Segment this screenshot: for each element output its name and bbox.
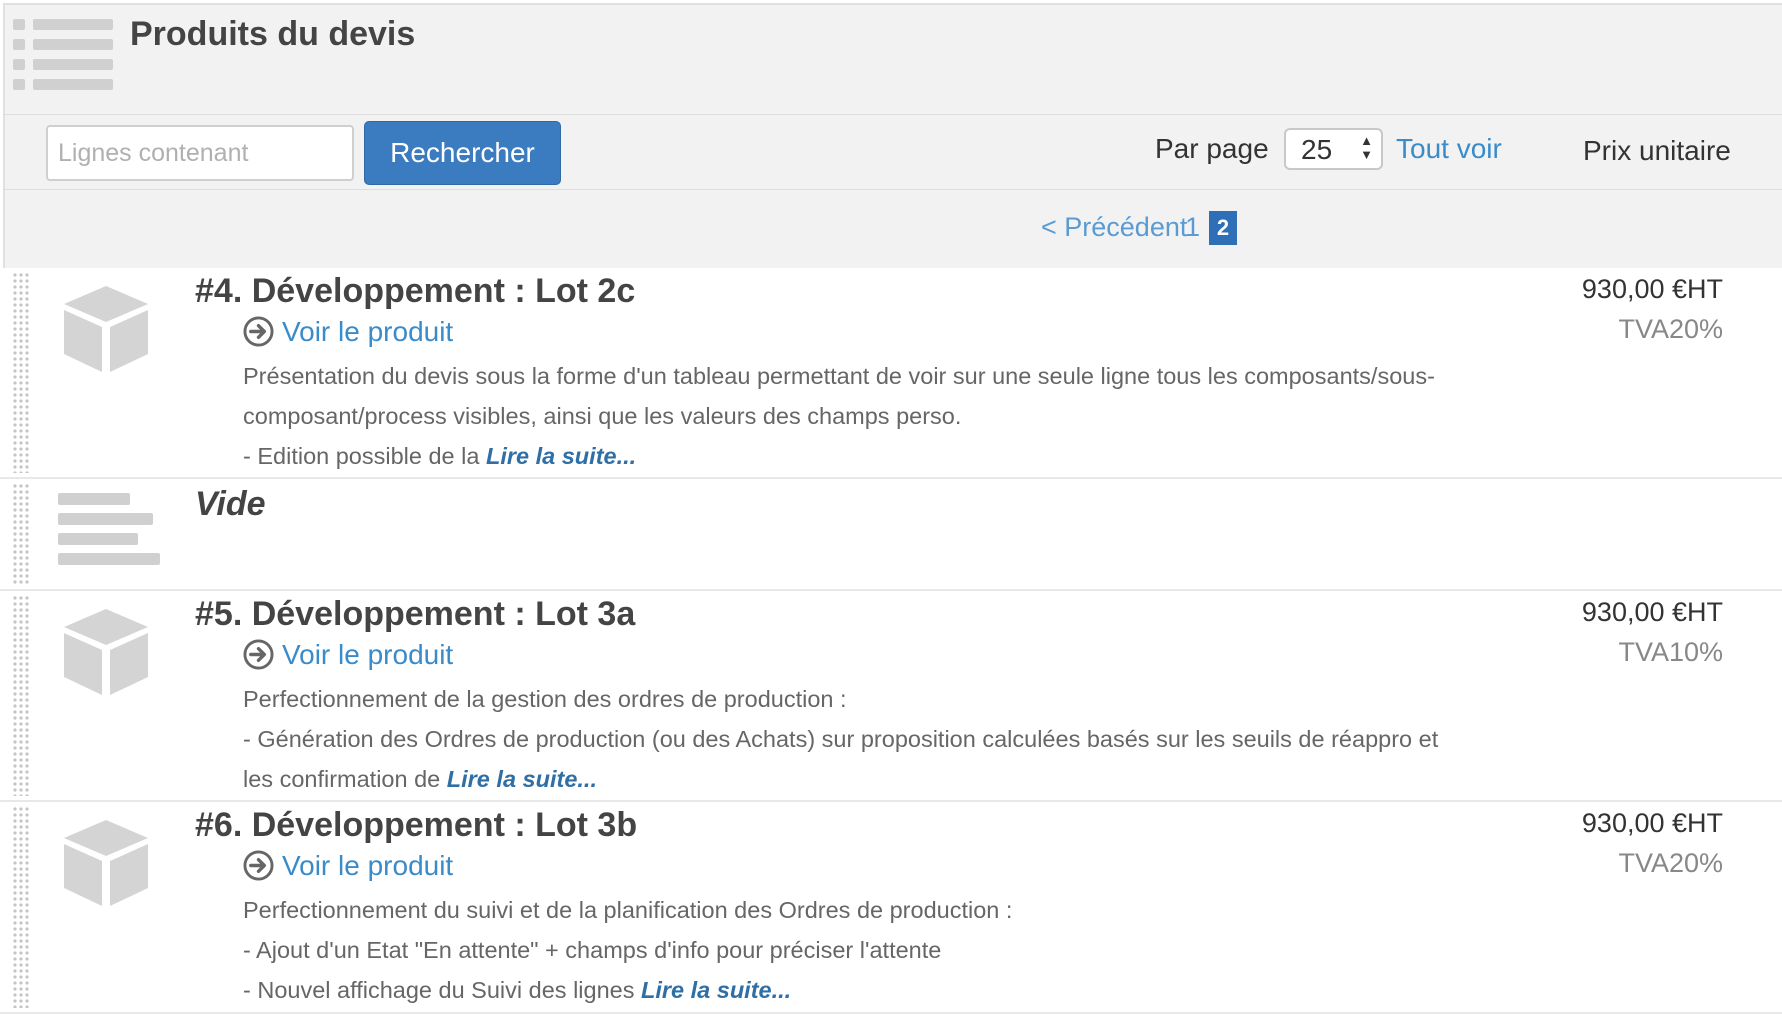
text-lines-icon [58, 493, 160, 565]
description-line: - Ajout d'un Etat "En attente" + champs … [243, 937, 942, 963]
drag-handle-icon[interactable] [12, 806, 30, 1008]
unit-price-column-header: Prix unitaire [1583, 135, 1731, 166]
product-row: #5. Développement : Lot 3a Voir le produ… [0, 591, 1782, 802]
product-row: #4. Développement : Lot 2c Voir le produ… [0, 268, 1782, 479]
description-line: - Nouvel affichage du Suivi des lignes L… [243, 970, 1503, 1010]
product-title: #6. Développement : Lot 3b [195, 806, 638, 844]
product-description: Perfectionnement du suivi et de la plani… [243, 890, 1503, 1010]
vat-rate: TVA10% [1618, 637, 1723, 667]
unit-price: 930,00 €HT [1581, 808, 1723, 838]
view-product-link[interactable]: Voir le produit [282, 850, 453, 882]
arrow-circle-right-icon [243, 316, 274, 347]
box-icon [64, 820, 148, 906]
description-line: Présentation du devis sous la forme d'un… [243, 363, 1435, 389]
pagination: < Précédent 1 2 [3, 190, 1782, 268]
product-title: #4. Développement : Lot 2c [195, 272, 636, 310]
vat-rate: TVA20% [1618, 848, 1723, 878]
drag-handle-icon[interactable] [12, 483, 30, 585]
current-page: 2 [1209, 211, 1237, 245]
quote-products-panel: Produits du devis Rechercher Par page 25… [0, 0, 1782, 1016]
description-text: les confirmation de [243, 766, 441, 792]
box-icon [64, 609, 148, 695]
vat-rate: TVA20% [1618, 314, 1723, 344]
description-line: - Edition possible de la Lire la suite..… [243, 436, 1503, 476]
stepper-arrows-icon: ▲ ▼ [1360, 133, 1373, 162]
unit-price: 930,00 €HT [1581, 274, 1723, 304]
description-line: Perfectionnement du suivi et de la plani… [243, 897, 1013, 923]
arrow-circle-right-icon [243, 850, 274, 881]
box-icon [64, 286, 148, 372]
read-more-link[interactable]: Lire la suite... [486, 443, 636, 469]
empty-line-row: Vide [0, 479, 1782, 591]
description-line: composant/process visibles, ainsi que le… [243, 403, 962, 429]
view-product-link[interactable]: Voir le produit [282, 316, 453, 348]
per-page-select[interactable]: 25 ▲ ▼ [1284, 128, 1383, 170]
empty-line-title: Vide [195, 485, 266, 523]
search-button[interactable]: Rechercher [364, 121, 561, 185]
page-link-1[interactable]: 1 [1185, 212, 1200, 243]
description-line: les confirmation de Lire la suite... [243, 759, 1503, 799]
page-title: Produits du devis [130, 15, 416, 53]
product-description: Présentation du devis sous la forme d'un… [243, 356, 1503, 476]
view-product-link[interactable]: Voir le produit [282, 639, 453, 671]
description-text: - Edition possible de la [243, 443, 480, 469]
list-icon [13, 19, 113, 90]
view-all-link[interactable]: Tout voir [1396, 133, 1502, 165]
product-title: #5. Développement : Lot 3a [195, 595, 636, 633]
description-line: - Génération des Ordres de production (o… [243, 726, 1439, 752]
drag-handle-icon[interactable] [12, 272, 30, 473]
panel-header: Produits du devis [3, 3, 1782, 115]
toolbar: Rechercher Par page 25 ▲▼ Tout voir Prix… [3, 115, 1782, 190]
read-more-link[interactable]: Lire la suite... [641, 977, 791, 1003]
search-input[interactable] [46, 125, 354, 181]
description-text: - Nouvel affichage du Suivi des lignes [243, 977, 635, 1003]
read-more-link[interactable]: Lire la suite... [447, 766, 597, 792]
per-page-label: Par page [1155, 133, 1269, 164]
description-line: Perfectionnement de la gestion des ordre… [243, 686, 847, 712]
drag-handle-icon[interactable] [12, 595, 30, 796]
previous-page-link[interactable]: < Précédent [1041, 212, 1187, 243]
per-page-value: 25 [1301, 134, 1333, 165]
product-description: Perfectionnement de la gestion des ordre… [243, 679, 1503, 799]
product-row: #6. Développement : Lot 3b Voir le produ… [0, 802, 1782, 1014]
arrow-circle-right-icon [243, 639, 274, 670]
unit-price: 930,00 €HT [1581, 597, 1723, 627]
